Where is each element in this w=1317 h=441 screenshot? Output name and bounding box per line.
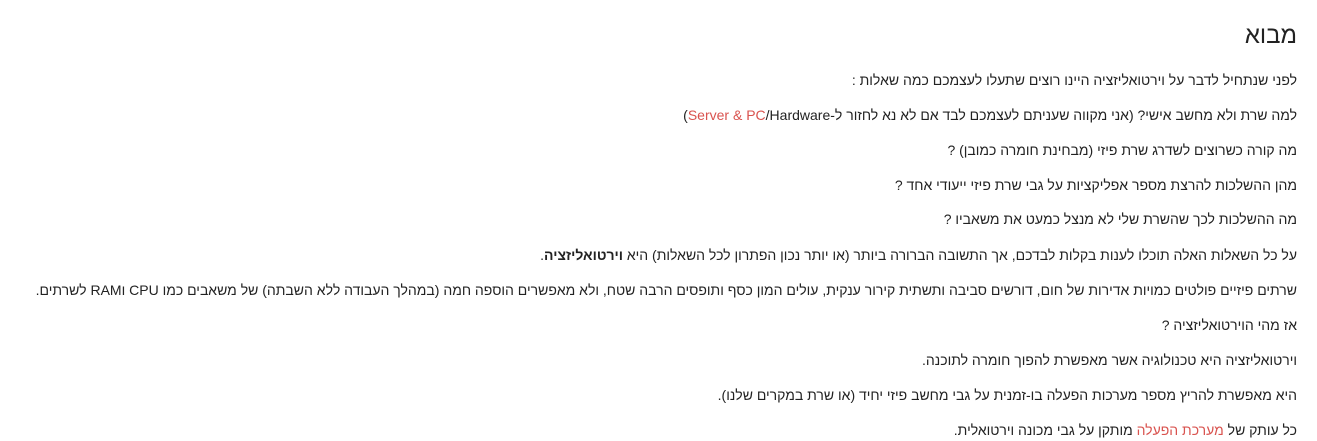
paragraph-text: מותקן על גבי מכונה וירטואלית. xyxy=(953,422,1137,438)
operating-system-link[interactable]: מערכת הפעלה xyxy=(1137,422,1224,438)
paragraph-text: על כל השאלות האלה תוכלו לענות בקלות לבדכ… xyxy=(622,247,1297,263)
paragraph-apps-question: מהן ההשלכות להרצת מספר אפליקציות על גבי … xyxy=(894,177,1297,193)
page-title: מבוא xyxy=(1244,22,1297,49)
paragraph-answer: על כל השאלות האלה תוכלו לענות בקלות לבדכ… xyxy=(540,245,1297,265)
article: מבוא לפני שנתחיל לדבר על וירטואליזציה הי… xyxy=(0,0,1317,441)
paragraph-physical-servers: שרתים פיזיים פולטים כמויות אדירות של חום… xyxy=(35,282,1297,298)
paragraph-upgrade-question: מה קורה כשרוצים לשדרג שרת פיזי (מבחינת ח… xyxy=(947,142,1297,158)
paragraph-text: כל עותק של xyxy=(1223,422,1297,438)
paragraph-text: למה שרת ולא מחשב אישי? (אני מקווה שעניתם… xyxy=(830,107,1297,123)
paragraph-multiple-os: היא מאפשרת להריץ מספר מערכות הפעלה בו-זמ… xyxy=(717,387,1297,403)
paragraph-what-is: אז מהי הוירטואליזציה ? xyxy=(1161,317,1297,333)
paragraph-definition: וירטואליזציה היא טכנולוגיה אשר מאפשרת לה… xyxy=(922,352,1297,368)
paragraph-intro: לפני שנתחיל לדבר על וירטואליזציה היינו ר… xyxy=(851,72,1297,88)
paragraph-os-copy: כל עותק של מערכת הפעלה מותקן על גבי מכונ… xyxy=(954,420,1297,440)
paragraph-resources-question: מה ההשלכות לכך שהשרת שלי לא מנצל כמעט את… xyxy=(943,211,1297,227)
server-pc-link[interactable]: Server & PC xyxy=(688,107,766,123)
paragraph-server-vs-pc: למה שרת ולא מחשב אישי? (אני מקווה שעניתם… xyxy=(683,105,1297,125)
virtualization-bold: וירטואליזציה xyxy=(544,247,623,263)
